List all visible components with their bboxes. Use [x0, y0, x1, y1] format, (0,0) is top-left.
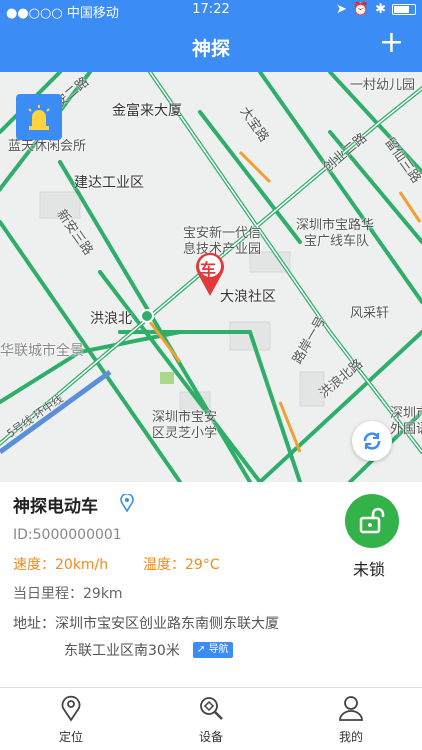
poi-label: 金富来大厦: [112, 103, 182, 119]
status-icons: ➤ ⏰ ✱: [336, 2, 416, 17]
navigate-label: 导航: [208, 644, 229, 655]
location-arrow-icon: ➤: [336, 2, 347, 17]
tab-label: 我的: [338, 730, 363, 744]
daily-mileage: 当日里程：29km: [13, 586, 123, 602]
wrench-icon: [200, 697, 223, 720]
poi-label: 风采轩: [350, 306, 390, 321]
address-line-1: 地址：深圳市宝安区创业路东南侧东联大厦: [13, 616, 279, 632]
temperature-value: 温度：29°C: [143, 557, 220, 573]
bluetooth-icon: ✱: [375, 2, 386, 17]
tab-label: 定位: [58, 730, 83, 744]
add-device-button[interactable]: +: [379, 28, 404, 58]
refresh-icon: [363, 432, 381, 450]
tab-label: 设备: [198, 730, 223, 744]
status-bar: ●●○○○ 中国移动 17:22 ➤ ⏰ ✱: [0, 0, 422, 21]
unlock-icon: [359, 507, 385, 534]
tab-bar: 定位 设备 我的: [0, 687, 422, 750]
location-icon: [61, 695, 81, 722]
poi-label: 区灵芝小学: [152, 426, 218, 441]
lock-status: 未锁: [353, 560, 386, 579]
speed-value: 速度：20km/h: [13, 557, 109, 573]
vehicle-marker[interactable]: 车: [190, 248, 230, 298]
leaf-icon: ➚: [197, 644, 209, 655]
poi-label: 外国语: [390, 422, 422, 437]
navigation-bar: 神探 +: [0, 20, 422, 72]
poi-label: 一村幼儿园: [350, 78, 416, 93]
device-info-panel: 神探电动车 ID:5000000001 速度：20km/h 温度：29°C 当日…: [0, 482, 422, 687]
user-icon: [339, 696, 363, 721]
navigate-button[interactable]: ➚ 导航: [193, 642, 233, 658]
marker-label: 车: [200, 260, 217, 279]
poi-label: 洪浪北: [90, 311, 132, 327]
alarm-button[interactable]: [16, 94, 62, 140]
location-pin-icon[interactable]: [120, 492, 134, 516]
tab-profile[interactable]: 我的: [311, 694, 391, 745]
tab-location[interactable]: 定位: [31, 694, 111, 745]
device-id: ID:5000000001: [13, 527, 122, 543]
siren-icon: [28, 105, 50, 130]
device-name: 神探电动车: [13, 497, 98, 517]
poi-label: 建达工业区: [74, 175, 144, 191]
tab-device[interactable]: 设备: [171, 694, 251, 745]
poi-label: 华联城市全景: [0, 343, 84, 359]
alarm-clock-icon: ⏰: [352, 2, 370, 17]
refresh-button[interactable]: [352, 421, 392, 461]
battery-icon: [392, 4, 416, 15]
page-title: 神探: [191, 38, 230, 60]
poi-label: 宝广线车队: [304, 234, 370, 249]
address-line-2: 东联工业区南30米: [64, 643, 180, 659]
lock-toggle-button[interactable]: [345, 494, 399, 548]
